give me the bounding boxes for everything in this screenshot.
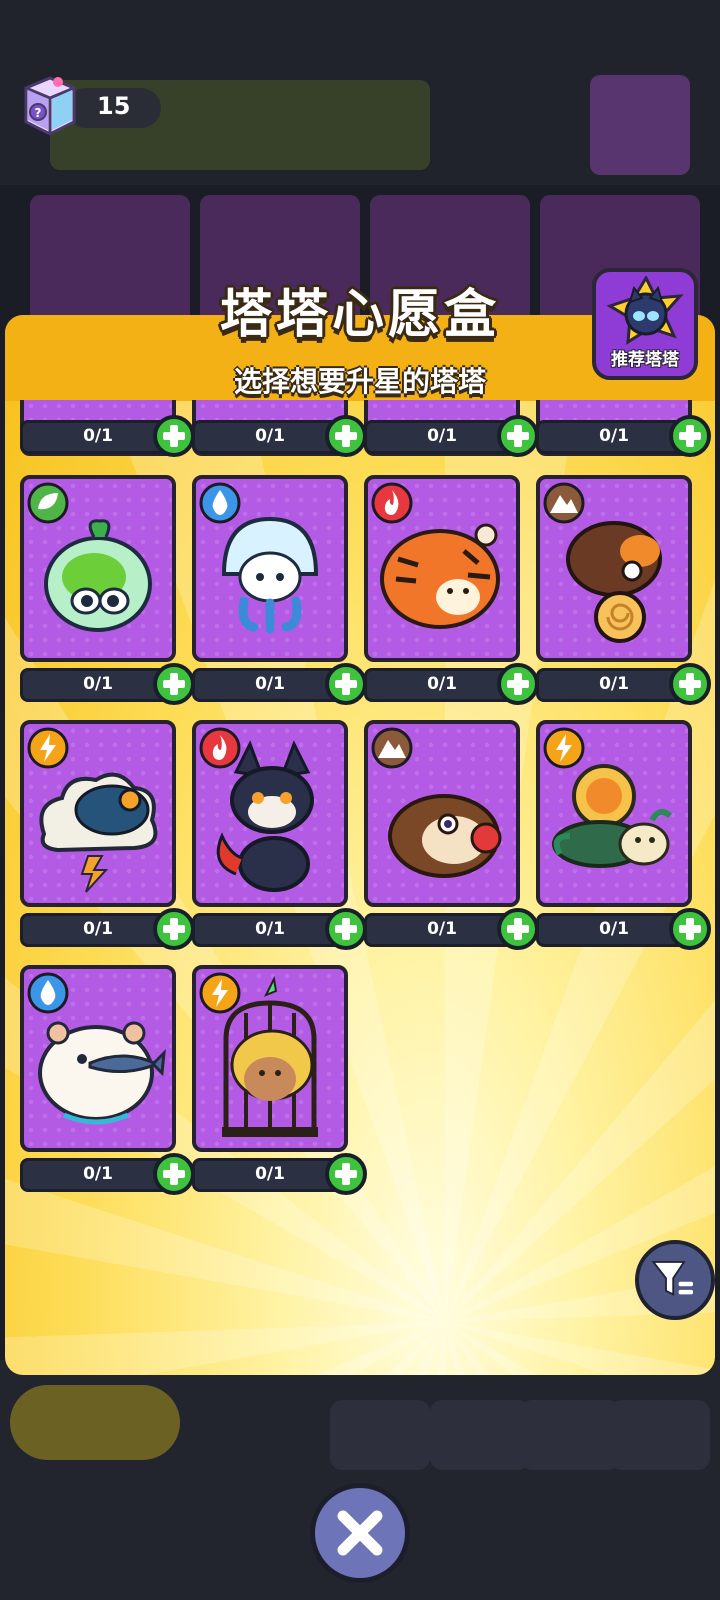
tower-card-jellyfish-kid[interactable]	[192, 475, 348, 662]
plus-icon[interactable]	[668, 662, 712, 706]
earth-element-icon	[543, 482, 585, 524]
close-icon	[337, 1510, 383, 1556]
tower-count-bar: 0/1	[536, 668, 686, 702]
tower-slot: 0/1	[192, 475, 368, 725]
plus-icon[interactable]	[668, 907, 712, 951]
plus-icon[interactable]	[152, 662, 196, 706]
tower-slot: 0/1	[192, 965, 368, 1215]
background-button	[610, 1400, 710, 1470]
water-element-icon	[199, 482, 241, 524]
tower-count: 0/1	[83, 426, 113, 446]
tower-count-bar: 0/1	[192, 668, 342, 702]
plus-icon[interactable]	[668, 414, 712, 458]
tower-card-white-hamster-fish[interactable]	[20, 965, 176, 1152]
tower-slot-partial: 0/1	[364, 400, 540, 458]
tower-grid: 0/1 0/1 0/1 0/1 0/1 0/1 0/1 0/1 0/1 0/1 …	[0, 400, 720, 1360]
tower-slot: 0/1	[20, 475, 196, 725]
plus-icon[interactable]	[152, 414, 196, 458]
plus-icon[interactable]	[152, 1152, 196, 1196]
tower-count-bar: 0/1	[20, 1158, 170, 1192]
background-avatar-frame	[590, 75, 690, 175]
tower-count: 0/1	[83, 919, 113, 939]
tower-card-brown-mole-boxer[interactable]	[364, 720, 520, 907]
tower-card-snail-shell-mole[interactable]	[536, 475, 692, 662]
plus-icon[interactable]	[496, 907, 540, 951]
tower-count: 0/1	[599, 674, 629, 694]
tower-card-caged-lion-cub[interactable]	[192, 965, 348, 1152]
tower-slot-partial: 0/1	[20, 400, 196, 458]
background-button	[330, 1400, 430, 1470]
tower-count-bar: 0/1	[20, 420, 170, 454]
recommend-cat-star-icon	[606, 276, 684, 345]
nature-element-icon	[27, 482, 69, 524]
tower-count: 0/1	[255, 1164, 285, 1184]
tower-count: 0/1	[83, 1164, 113, 1184]
tower-count-bar: 0/1	[364, 668, 514, 702]
tower-slot: 0/1	[364, 475, 540, 725]
tower-count-bar: 0/1	[536, 420, 686, 454]
close-button[interactable]	[310, 1483, 410, 1583]
plus-icon[interactable]	[496, 414, 540, 458]
tower-card-thundercloud-blue-bird[interactable]	[20, 720, 176, 907]
tower-slot-partial: 0/1	[192, 400, 368, 458]
water-element-icon	[27, 972, 69, 1014]
filter-button[interactable]	[635, 1240, 715, 1320]
tower-count-bar: 0/1	[536, 913, 686, 947]
tower-card-leaf-turtle-snail[interactable]	[536, 720, 692, 907]
tower-count-bar: 0/1	[192, 913, 342, 947]
lightning-element-icon	[543, 727, 585, 769]
tower-slot: 0/1	[364, 720, 540, 970]
background-tab	[10, 1385, 180, 1460]
fire-element-icon	[371, 482, 413, 524]
background-button	[430, 1400, 530, 1470]
tower-count-bar: 0/1	[20, 668, 170, 702]
tower-slot-partial: 0/1	[536, 400, 712, 458]
recommend-towers-button[interactable]: 推荐塔塔	[592, 268, 698, 380]
tower-count-bar: 0/1	[192, 420, 342, 454]
tower-slot: 0/1	[536, 720, 712, 970]
tower-count-bar: 0/1	[20, 913, 170, 947]
tower-count: 0/1	[599, 919, 629, 939]
tower-count: 0/1	[427, 919, 457, 939]
lightning-element-icon	[27, 727, 69, 769]
tower-count: 0/1	[255, 426, 285, 446]
tower-slot: 0/1	[536, 475, 712, 725]
tower-count-bar: 0/1	[364, 420, 514, 454]
tower-slot: 0/1	[20, 965, 196, 1215]
plus-icon[interactable]	[324, 662, 368, 706]
wish-box-count: 15	[97, 92, 131, 120]
plus-icon[interactable]	[496, 662, 540, 706]
tower-card-green-bean-bag-frog[interactable]	[20, 475, 176, 662]
filter-icon	[651, 1261, 693, 1296]
tower-slot: 0/1	[192, 720, 368, 970]
tower-count-bar: 0/1	[364, 913, 514, 947]
tower-count: 0/1	[427, 426, 457, 446]
plus-icon[interactable]	[324, 414, 368, 458]
plus-icon[interactable]	[324, 1152, 368, 1196]
background-button	[520, 1400, 620, 1470]
tower-card-black-fox-cat[interactable]	[192, 720, 348, 907]
earth-element-icon	[371, 727, 413, 769]
tower-count: 0/1	[255, 674, 285, 694]
svg-text:?: ?	[35, 106, 42, 120]
plus-icon[interactable]	[324, 907, 368, 951]
tower-count-bar: 0/1	[192, 1158, 342, 1192]
tower-count: 0/1	[255, 919, 285, 939]
fire-element-icon	[199, 727, 241, 769]
plus-icon[interactable]	[152, 907, 196, 951]
tower-count: 0/1	[427, 674, 457, 694]
tower-card-orange-tiger[interactable]	[364, 475, 520, 662]
tower-count: 0/1	[83, 674, 113, 694]
recommend-towers-label: 推荐塔塔	[611, 350, 679, 370]
tower-slot: 0/1	[20, 720, 196, 970]
lightning-element-icon	[199, 972, 241, 1014]
wish-box-icon: ?	[24, 76, 76, 136]
tower-count: 0/1	[599, 426, 629, 446]
